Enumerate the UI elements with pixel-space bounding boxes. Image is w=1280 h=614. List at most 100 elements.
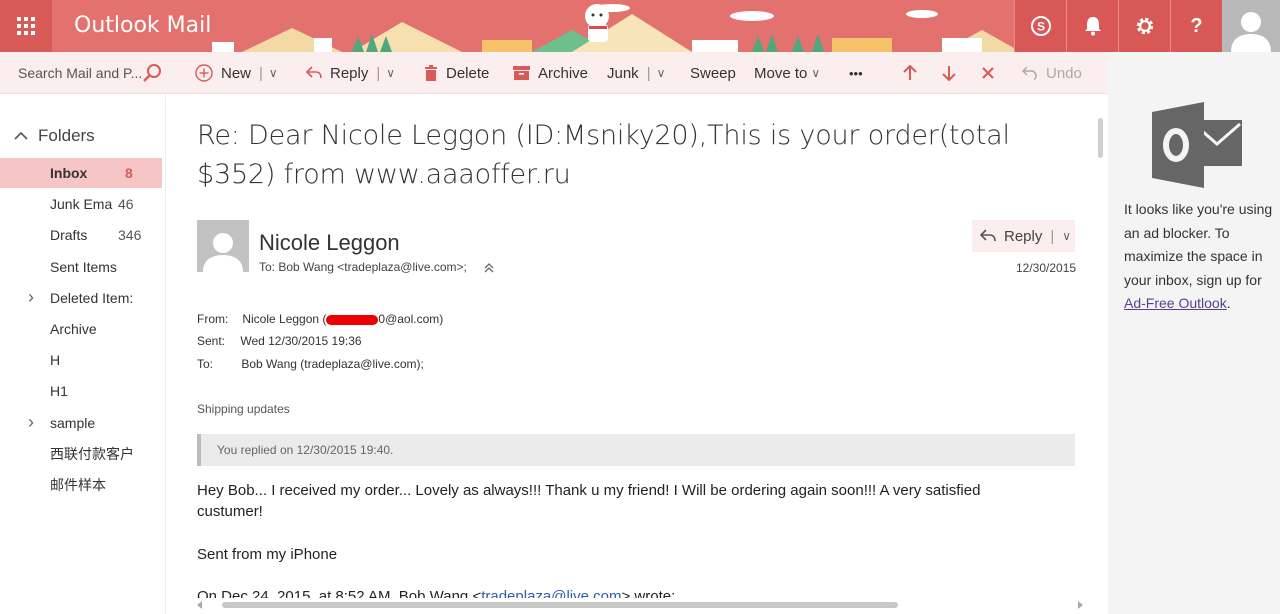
- folder-item[interactable]: › Deleted Item:: [0, 283, 162, 313]
- next-message-button[interactable]: [942, 52, 956, 94]
- folders-header[interactable]: Folders: [14, 126, 95, 146]
- horizontal-scroll-thumb[interactable]: [222, 602, 898, 608]
- folder-unread-count: 46: [118, 196, 134, 213]
- reading-pane-horizontal-scrollbar[interactable]: [196, 598, 1096, 612]
- folder-label: Sent Items: [50, 258, 117, 275]
- message-subject: Re: Dear Nicole Leggon (ID:Msniky20),Thi…: [197, 120, 1010, 190]
- undo-button[interactable]: Undo: [1022, 52, 1082, 94]
- more-icon: •••: [849, 65, 863, 81]
- previous-message-button[interactable]: [903, 52, 917, 94]
- reading-pane-vertical-scrollbar[interactable]: [1096, 94, 1108, 598]
- redaction-mark: [326, 314, 379, 325]
- ad-free-outlook-link[interactable]: Ad-Free Outlook: [1124, 295, 1227, 311]
- skype-button[interactable]: S: [1014, 0, 1066, 52]
- reply-arrow-icon: [980, 229, 996, 242]
- scroll-right-icon[interactable]: [1076, 601, 1084, 609]
- delete-button[interactable]: Delete: [424, 52, 489, 94]
- ad-blocker-message: It looks like you're using an ad blocker…: [1124, 198, 1276, 316]
- folder-item[interactable]: H: [0, 345, 162, 375]
- new-label: New: [221, 64, 252, 82]
- folder-label: 西联付款客户: [50, 445, 134, 462]
- folder-label: Drafts: [50, 227, 88, 244]
- account-avatar-button[interactable]: [1222, 0, 1280, 52]
- from-value-pre: Nicole Leggon (: [242, 312, 327, 326]
- to-value: Bob Wang (tradeplaza@live.com);: [241, 357, 424, 371]
- archive-button[interactable]: Archive: [513, 52, 588, 94]
- to-key: To:: [197, 357, 214, 371]
- shipping-updates-label: Shipping updates: [197, 402, 290, 416]
- chevron-right-icon[interactable]: ›: [28, 412, 34, 433]
- separator: |: [376, 64, 381, 82]
- folder-item[interactable]: H1: [0, 376, 162, 406]
- search-input[interactable]: Search Mail and P...: [0, 52, 166, 94]
- folder-label: Inbox: [50, 165, 88, 181]
- reply-label: Reply: [1004, 227, 1043, 245]
- folder-item[interactable]: Drafts 346: [0, 220, 162, 250]
- ad-blocker-panel: It looks like you're using an ad blocker…: [1108, 52, 1280, 614]
- separator: |: [646, 64, 651, 82]
- folder-item[interactable]: Sent Items: [0, 252, 162, 282]
- separator: |: [1050, 227, 1055, 245]
- sweep-label: Sweep: [690, 64, 736, 82]
- folder-item[interactable]: › sample: [0, 408, 162, 438]
- arrow-up-icon: [903, 65, 917, 80]
- replied-notice-text: You replied on 12/30/2015 19:40.: [217, 443, 394, 457]
- help-button[interactable]: ?: [1170, 0, 1222, 52]
- gear-icon: [1136, 17, 1153, 35]
- reply-options-chevron-icon[interactable]: ∨: [1062, 229, 1071, 243]
- scroll-left-icon[interactable]: [196, 601, 204, 609]
- folder-label: Deleted Item:: [50, 289, 134, 306]
- folder-item[interactable]: 邮件样本: [0, 470, 162, 500]
- close-icon: [982, 67, 994, 79]
- junk-button[interactable]: Junk | ∨: [607, 52, 665, 94]
- help-icon: ?: [1190, 14, 1203, 37]
- move-to-label: Move to: [754, 64, 808, 82]
- search-icon[interactable]: [142, 63, 162, 83]
- expand-headers-icon[interactable]: [484, 262, 494, 274]
- replied-notice: You replied on 12/30/2015 19:40.: [197, 434, 1075, 466]
- notifications-button[interactable]: [1066, 0, 1118, 52]
- new-button[interactable]: New | ∨: [195, 52, 278, 94]
- separator: |: [259, 64, 263, 82]
- from-value-post: 0@aol.com): [378, 312, 444, 326]
- avatar: [1231, 12, 1271, 52]
- folder-item[interactable]: 西联付款客户: [0, 439, 162, 469]
- reply-toolbar-button[interactable]: Reply | ∨: [306, 52, 395, 94]
- move-to-button[interactable]: Move to ∨: [754, 52, 820, 94]
- trash-icon: [424, 65, 438, 81]
- archive-icon: [513, 66, 530, 80]
- app-launcher-button[interactable]: [0, 0, 52, 52]
- sender-name[interactable]: Nicole Leggon: [259, 230, 400, 256]
- header-from-row: From: Nicole Leggon (0@aol.com): [197, 312, 443, 326]
- recipients-line: To: Bob Wang <tradeplaza@live.com>;: [259, 260, 467, 274]
- reply-label: Reply: [330, 64, 369, 82]
- folder-label: H: [50, 352, 61, 369]
- move-to-chevron-icon: ∨: [811, 66, 821, 80]
- lucky-cat-illustration: [585, 4, 609, 42]
- vertical-scroll-thumb[interactable]: [1098, 118, 1103, 158]
- new-dropdown-chevron-icon[interactable]: ∨: [269, 66, 278, 80]
- plus-circle-icon: [195, 64, 213, 82]
- folder-item[interactable]: Junk Ema 46: [0, 189, 162, 219]
- folder-item[interactable]: Inbox 8: [0, 158, 162, 188]
- archive-label: Archive: [538, 64, 589, 82]
- folder-item[interactable]: Archive: [0, 314, 162, 344]
- message-date: 12/30/2015: [1016, 261, 1077, 275]
- sweep-button[interactable]: Sweep: [690, 52, 736, 94]
- header-sent-row: Sent: Wed 12/30/2015 19:36: [197, 334, 362, 348]
- folders-label: Folders: [38, 126, 95, 145]
- folder-unread-count: 346: [118, 227, 142, 244]
- more-actions-button[interactable]: •••: [849, 52, 863, 94]
- reply-arrow-icon: [306, 66, 322, 80]
- settings-button[interactable]: [1118, 0, 1170, 52]
- sender-avatar: [197, 220, 249, 272]
- reply-button[interactable]: Reply | ∨: [972, 220, 1075, 252]
- svg-text:S: S: [1036, 20, 1044, 34]
- close-message-button[interactable]: [981, 52, 995, 94]
- skype-icon: S: [1030, 16, 1051, 36]
- reply-dropdown-chevron-icon[interactable]: ∨: [386, 66, 395, 80]
- folder-label: Archive: [50, 321, 97, 337]
- app-title: Outlook Mail: [74, 13, 212, 38]
- chevron-right-icon[interactable]: ›: [28, 287, 34, 308]
- junk-dropdown-chevron-icon[interactable]: ∨: [657, 66, 666, 80]
